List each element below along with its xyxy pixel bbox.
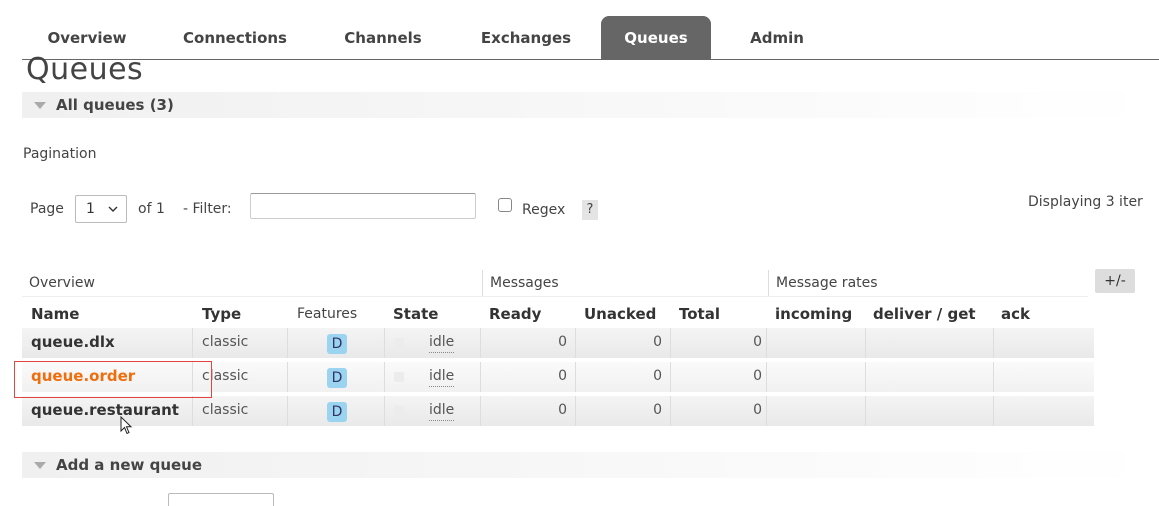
total-count: 0 — [753, 368, 762, 384]
add-queue-label: Add a new queue — [56, 456, 203, 474]
total-count: 0 — [753, 402, 762, 418]
ready-count: 0 — [558, 402, 567, 418]
state-label: idle — [429, 366, 455, 387]
col-incoming[interactable]: incoming — [775, 301, 852, 327]
col-features[interactable]: Features — [297, 301, 357, 327]
all-queues-toggle[interactable]: All queues (3) — [22, 92, 1152, 118]
incoming-cell — [766, 362, 866, 392]
nav-divider — [22, 59, 1159, 60]
tab-channels[interactable]: Channels — [318, 16, 448, 60]
add-queue-toggle[interactable]: Add a new queue — [22, 452, 1152, 478]
queue-name-cell: queue.order — [22, 362, 193, 392]
filter-label: - Filter: — [183, 201, 232, 217]
total-cell: 0 — [670, 396, 767, 426]
tab-exchanges[interactable]: Exchanges — [468, 16, 584, 60]
group-message-rates: Message rates — [768, 270, 1088, 296]
table-row[interactable]: queue.dlx classic D idle 0 0 0 — [22, 328, 1094, 358]
queue-type: classic — [193, 396, 288, 426]
top-nav: Overview Connections Channels Exchanges … — [0, 16, 1159, 60]
group-overview: Overview — [29, 275, 95, 291]
regex-label: Regex — [522, 202, 566, 218]
unacked-count: 0 — [653, 402, 662, 418]
total-count: 0 — [753, 334, 762, 350]
regex-checkbox[interactable] — [498, 198, 512, 212]
state-indicator-icon — [394, 406, 404, 416]
ready-cell: 0 — [480, 362, 576, 392]
state-cell: idle — [384, 362, 481, 392]
features-cell: D — [288, 362, 385, 392]
page-select-value: 1 — [86, 201, 95, 217]
durable-badge: D — [327, 368, 347, 388]
incoming-cell — [766, 396, 866, 426]
ready-cell: 0 — [480, 328, 576, 358]
durable-badge: D — [327, 334, 347, 354]
deliver-cell — [865, 328, 994, 358]
regex-help-button[interactable]: ? — [582, 200, 598, 220]
displaying-count: Displaying 3 iter — [1028, 194, 1143, 210]
page-of-label: of 1 — [138, 201, 165, 217]
state-indicator-icon — [394, 372, 404, 382]
filter-input[interactable] — [250, 193, 476, 219]
page-title: Queues — [26, 52, 144, 87]
col-type[interactable]: Type — [202, 301, 241, 327]
group-messages: Messages — [482, 270, 768, 296]
tab-connections[interactable]: Connections — [170, 16, 300, 60]
pagination-heading: Pagination — [23, 146, 97, 162]
ready-count: 0 — [558, 368, 567, 384]
pagination-controls: Page — [30, 195, 64, 223]
table-row[interactable]: queue.restaurant classic D idle 0 0 0 — [22, 396, 1094, 426]
unacked-count: 0 — [653, 334, 662, 350]
total-cell: 0 — [670, 328, 767, 358]
col-ready[interactable]: Ready — [489, 301, 541, 327]
queue-type: classic — [193, 362, 288, 392]
col-unacked[interactable]: Unacked — [584, 301, 656, 327]
queue-name-link[interactable]: queue.restaurant — [31, 401, 179, 419]
ready-cell: 0 — [480, 396, 576, 426]
state-indicator-icon — [394, 338, 404, 348]
total-cell: 0 — [670, 362, 767, 392]
state-label: idle — [429, 400, 455, 421]
all-queues-label: All queues (3) — [56, 96, 174, 114]
durable-badge: D — [327, 402, 347, 422]
col-ack[interactable]: ack — [1001, 301, 1030, 327]
tab-queues[interactable]: Queues — [601, 16, 711, 60]
deliver-cell — [865, 396, 994, 426]
queue-type: classic — [193, 328, 288, 358]
add-queue-input-partial[interactable] — [168, 493, 274, 506]
tab-admin[interactable]: Admin — [727, 16, 827, 60]
state-label: idle — [429, 332, 455, 353]
queue-name-cell: queue.dlx — [22, 328, 193, 358]
unacked-count: 0 — [653, 368, 662, 384]
table-row[interactable]: queue.order classic D idle 0 0 0 — [22, 362, 1094, 392]
queue-name-cell: queue.restaurant — [22, 396, 193, 426]
collapse-triangle-icon — [34, 461, 46, 469]
deliver-cell — [865, 362, 994, 392]
incoming-cell — [766, 328, 866, 358]
features-cell: D — [288, 396, 385, 426]
page-label: Page — [30, 201, 64, 217]
features-cell: D — [288, 328, 385, 358]
col-deliver-get[interactable]: deliver / get — [873, 301, 976, 327]
unacked-cell: 0 — [575, 328, 671, 358]
state-cell: idle — [384, 328, 481, 358]
mouse-cursor-icon — [120, 415, 134, 440]
col-state[interactable]: State — [393, 301, 438, 327]
state-cell: idle — [384, 396, 481, 426]
ready-count: 0 — [558, 334, 567, 350]
queue-name-link[interactable]: queue.order — [31, 367, 135, 385]
unacked-cell: 0 — [575, 362, 671, 392]
col-total[interactable]: Total — [679, 301, 720, 327]
header-divider — [22, 296, 1088, 297]
collapse-triangle-icon — [34, 101, 46, 109]
queue-name-link[interactable]: queue.dlx — [31, 333, 115, 351]
page-select[interactable]: 1 — [75, 195, 127, 223]
col-name[interactable]: Name — [31, 301, 79, 327]
columns-toggle-button[interactable]: +/- — [1095, 269, 1135, 293]
chevron-down-icon — [107, 196, 119, 232]
unacked-cell: 0 — [575, 396, 671, 426]
